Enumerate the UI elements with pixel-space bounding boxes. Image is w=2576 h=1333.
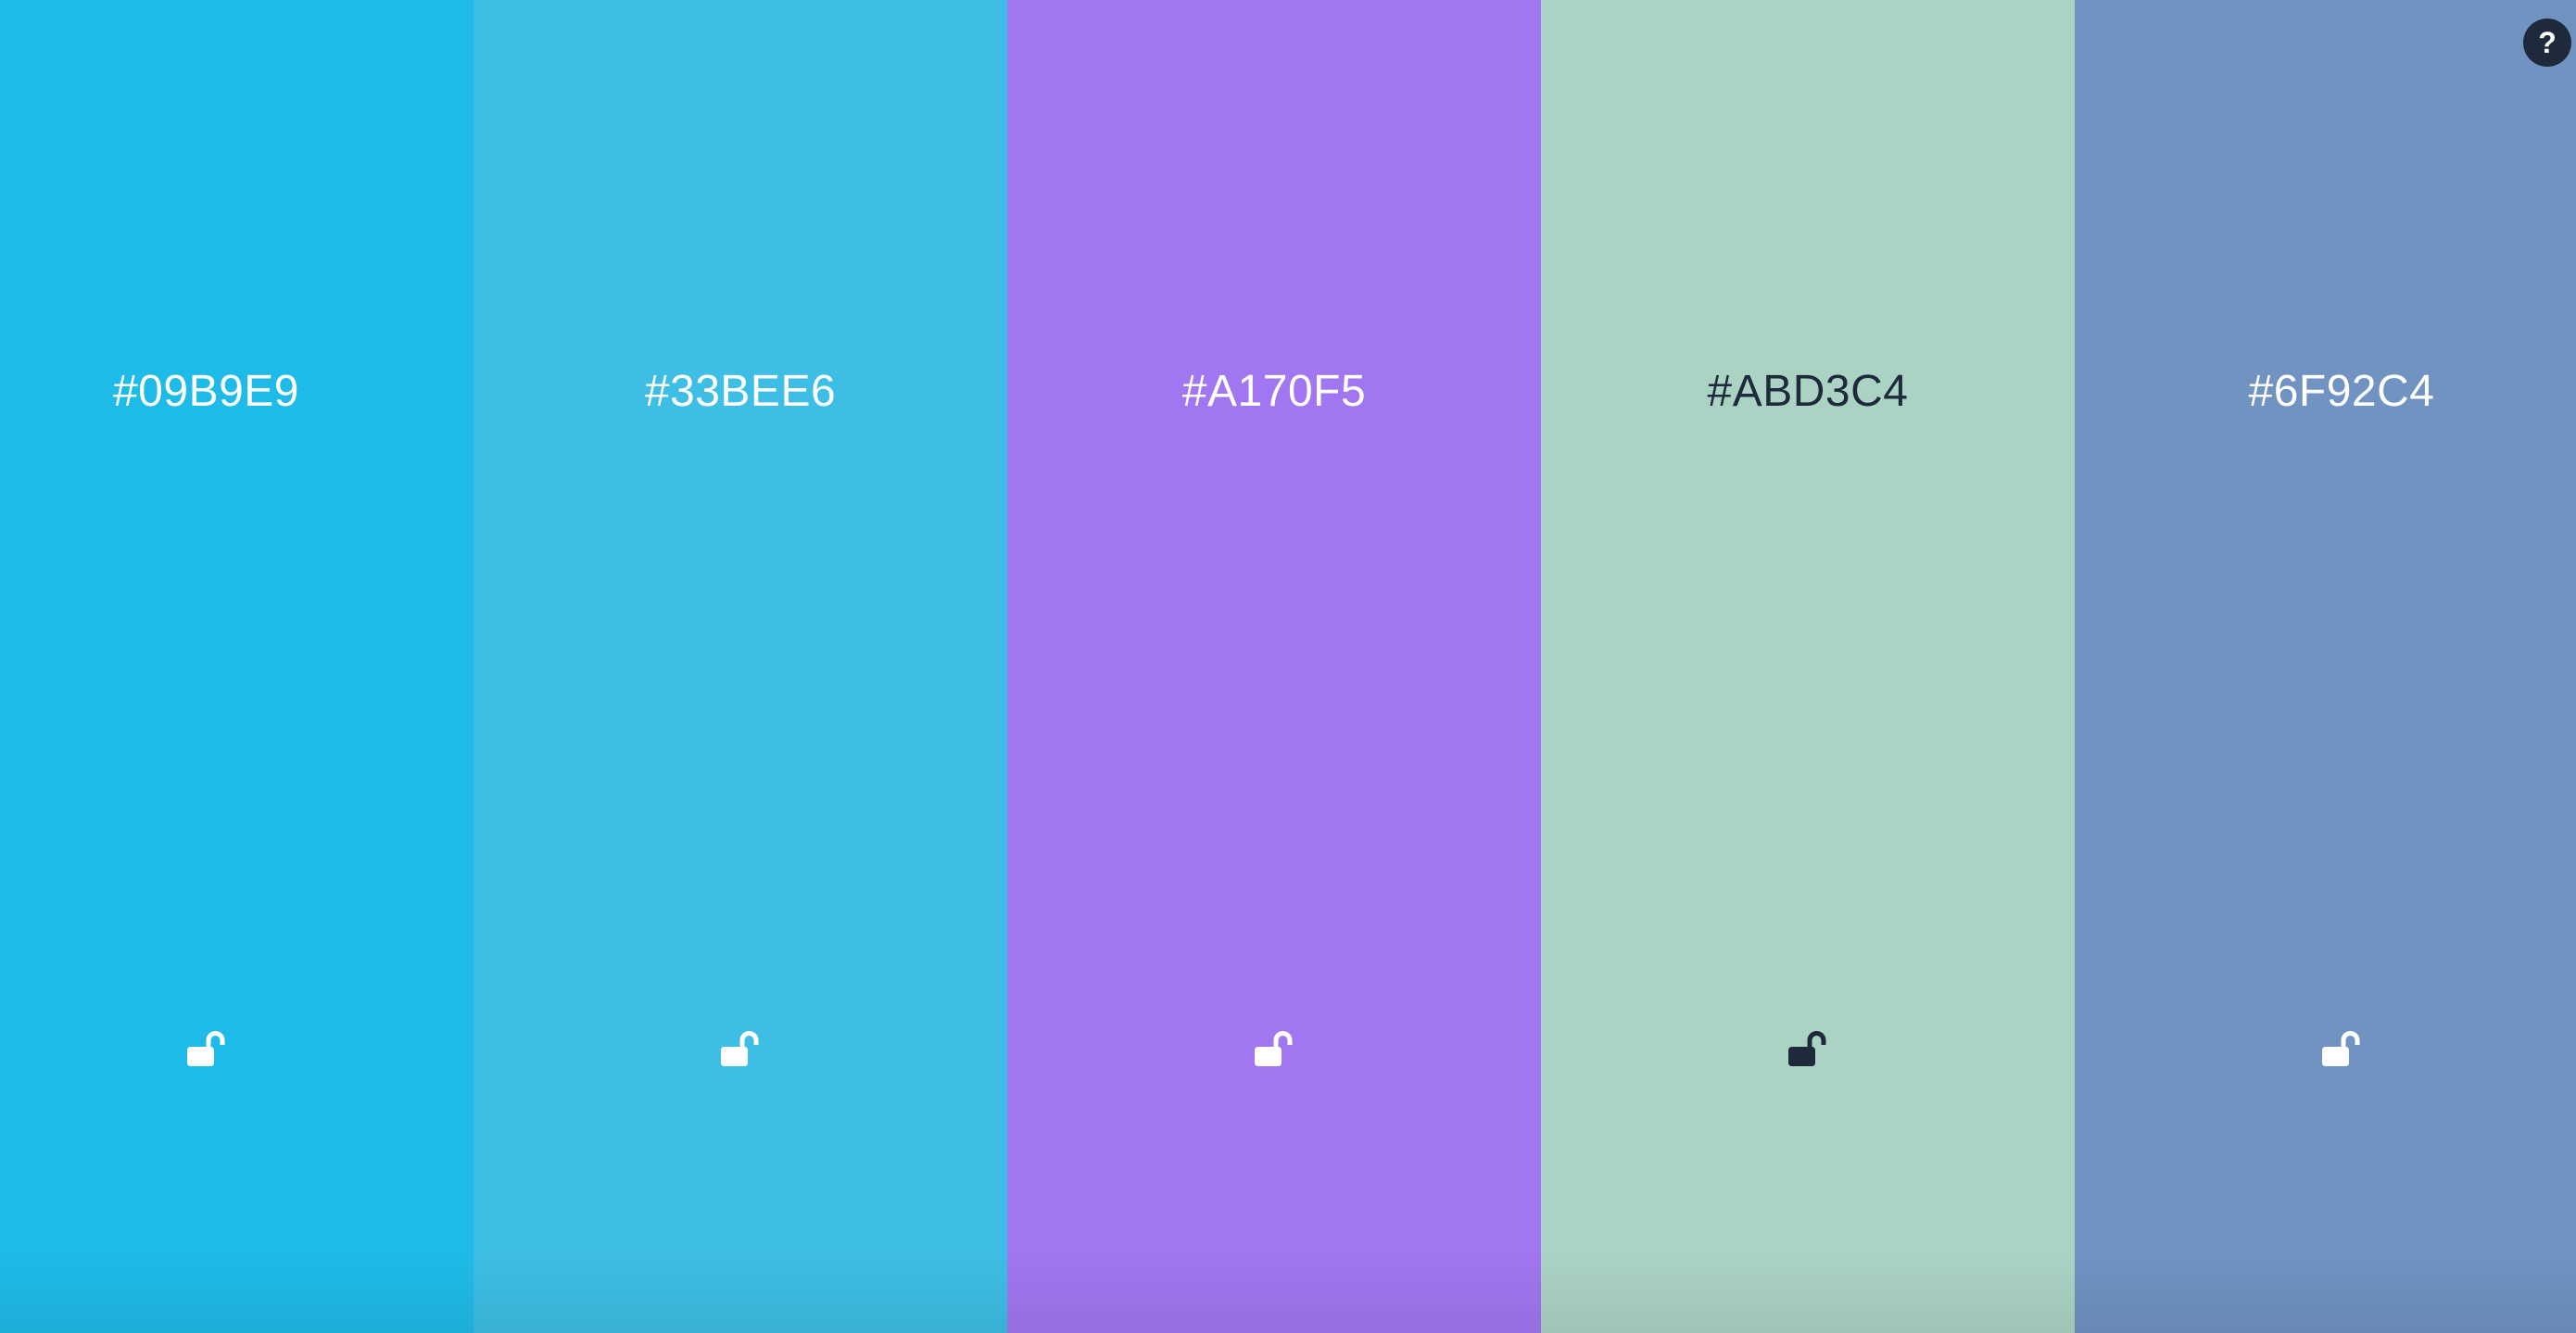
- hex-code[interactable]: #ABD3C4: [1541, 365, 2075, 419]
- color-swatch-4[interactable]: #ABD3C4: [1541, 0, 2075, 1333]
- color-swatch-2[interactable]: #33BEE6: [474, 0, 1007, 1333]
- unlock-icon: [187, 1031, 225, 1066]
- lock-button[interactable]: [714, 1023, 766, 1075]
- hex-code[interactable]: #33BEE6: [474, 365, 1007, 419]
- hex-code[interactable]: #6F92C4: [2075, 365, 2576, 419]
- unlock-icon: [1255, 1031, 1293, 1066]
- color-swatch-3[interactable]: #A170F5: [1007, 0, 1541, 1333]
- palette: #09B9E9 #33BEE6 #A170F5 #ABD3C4 #6F92C4 …: [0, 0, 2576, 1333]
- help-button[interactable]: ?: [2523, 19, 2571, 67]
- hex-code[interactable]: #09B9E9: [0, 365, 412, 419]
- lock-button[interactable]: [2316, 1023, 2368, 1075]
- color-swatch-1[interactable]: #09B9E9: [0, 0, 474, 1333]
- help-icon: ?: [2538, 25, 2557, 59]
- lock-button[interactable]: [1782, 1023, 1834, 1075]
- unlock-icon: [2322, 1031, 2360, 1066]
- color-swatch-5[interactable]: #6F92C4: [2075, 0, 2576, 1333]
- lock-button[interactable]: [181, 1023, 233, 1075]
- lock-button[interactable]: [1248, 1023, 1300, 1075]
- unlock-icon: [721, 1031, 759, 1066]
- hex-code[interactable]: #A170F5: [1007, 365, 1541, 419]
- unlock-icon: [1788, 1031, 1826, 1066]
